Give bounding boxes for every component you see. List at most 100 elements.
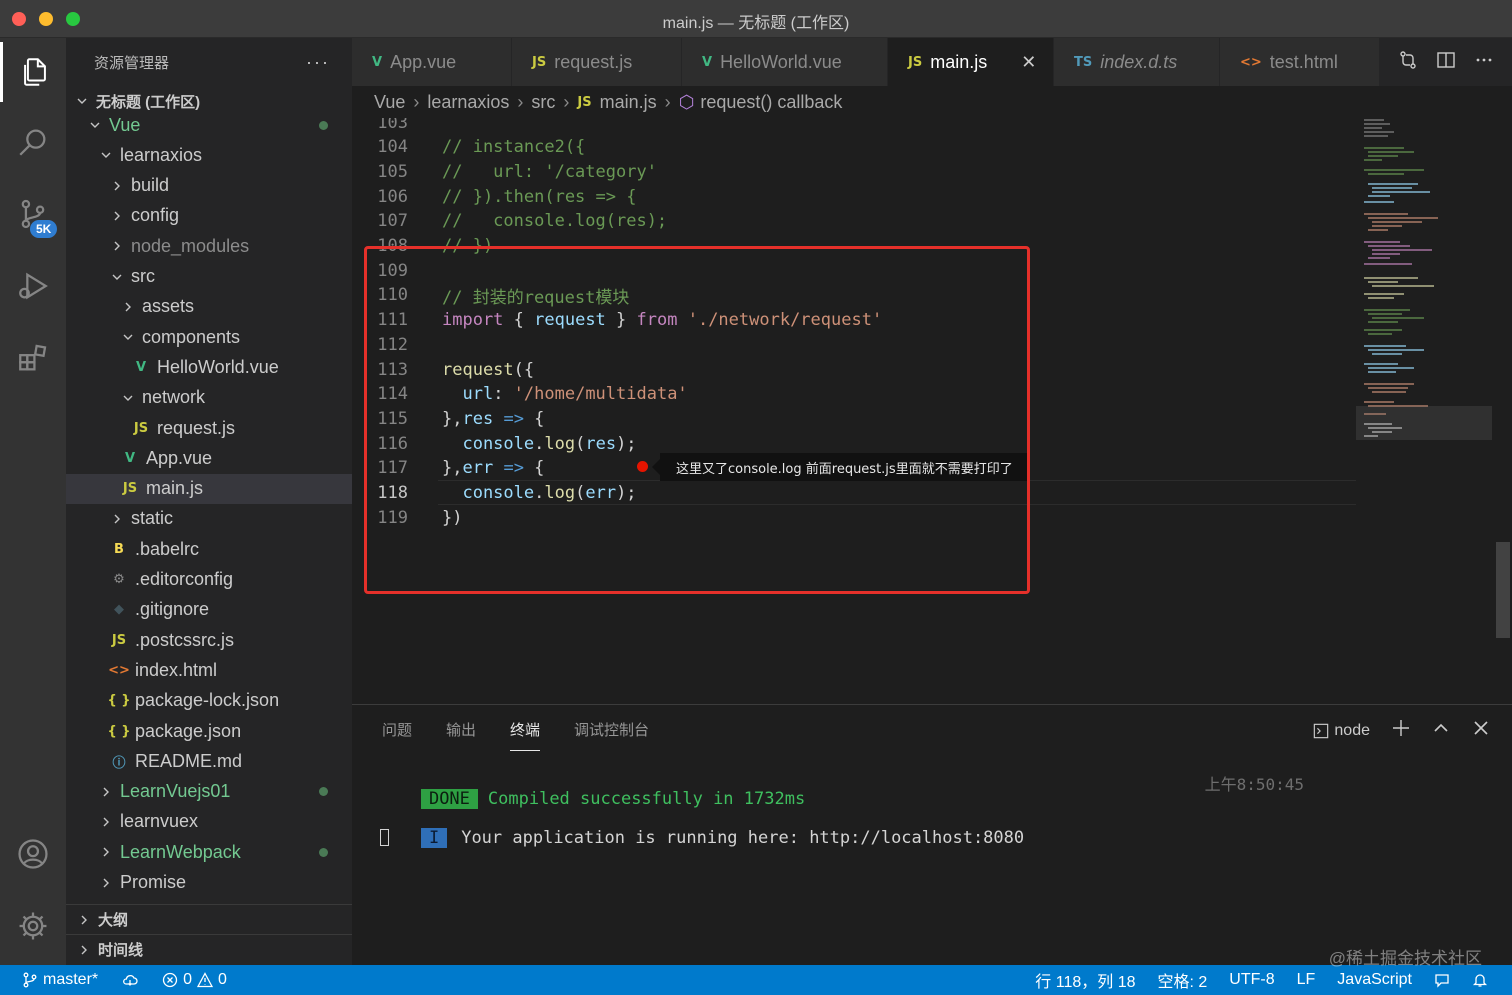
breadcrumb-item[interactable]: learnaxios <box>427 92 509 113</box>
modified-dot <box>319 847 328 857</box>
tree-item[interactable]: LearnVuejs01 <box>66 777 352 807</box>
code-token: // console.log(res); <box>442 211 668 232</box>
close-tab-icon[interactable]: ✕ <box>1021 52 1036 73</box>
maximize-panel-icon[interactable] <box>1432 719 1450 742</box>
tree-item[interactable]: assets <box>66 292 352 322</box>
sidebar-section[interactable]: 大纲 <box>66 904 352 934</box>
chevron-down-icon <box>87 119 103 131</box>
tree-item[interactable]: Vue <box>66 110 352 140</box>
run-debug-icon[interactable] <box>0 256 66 316</box>
extensions-icon[interactable] <box>0 328 66 388</box>
javascript-file-icon: JS <box>122 481 138 497</box>
accounts-icon[interactable] <box>0 824 66 884</box>
new-terminal-icon[interactable] <box>1392 719 1410 742</box>
tree-item[interactable]: ⓘ README.md <box>66 746 352 776</box>
panel-tab[interactable]: 输出 <box>446 719 476 751</box>
panel-actions: node <box>1313 719 1490 742</box>
tree-item[interactable]: ⚙ .editorconfig <box>66 565 352 595</box>
line-code: // url: '/category' <box>442 162 657 182</box>
modified-dot <box>319 120 328 130</box>
tree-item[interactable]: JS main.js <box>66 473 352 504</box>
problems-status[interactable]: 0 0 <box>162 971 227 989</box>
source-control-icon[interactable]: 5K <box>0 184 66 244</box>
more-actions-icon[interactable]: ··· <box>306 52 330 73</box>
chevron-right-icon <box>109 240 125 252</box>
language-mode[interactable]: JavaScript <box>1337 971 1412 989</box>
split-editor-icon[interactable] <box>1436 50 1456 75</box>
babel-file-icon: B <box>114 541 124 557</box>
scroll-thumb[interactable] <box>1496 542 1510 638</box>
sidebar-section[interactable]: 时间线 <box>66 934 352 964</box>
panel-tab[interactable]: 终端 <box>510 719 541 751</box>
tree-item[interactable]: network <box>66 383 352 413</box>
section-label: 时间线 <box>98 942 144 959</box>
tree-item[interactable]: config <box>66 201 352 231</box>
tree-item[interactable]: B .babelrc <box>66 534 352 564</box>
terminal-cursor <box>380 829 389 846</box>
minimap[interactable] <box>1356 118 1492 448</box>
tree-item[interactable]: build <box>66 171 352 201</box>
tab-index-d-ts[interactable]: TS index.d.ts <box>1054 38 1220 86</box>
breadcrumb-item[interactable]: src <box>531 92 555 113</box>
tree-item[interactable]: { } package-lock.json <box>66 686 352 716</box>
tree-item[interactable]: node_modules <box>66 231 352 261</box>
chevron-right-icon <box>109 180 125 192</box>
breadcrumb-separator-icon: › <box>517 91 524 112</box>
javascript-file-icon: JS <box>111 632 127 648</box>
tab-request-js[interactable]: JS request.js <box>512 38 682 86</box>
tree-item[interactable]: static <box>66 504 352 534</box>
search-icon[interactable] <box>0 112 66 172</box>
breadcrumb-item[interactable]: request() callback <box>700 92 842 113</box>
notifications-icon[interactable] <box>1472 972 1488 988</box>
tree-item[interactable]: V HelloWorld.vue <box>66 352 352 382</box>
tree-item[interactable]: LearnWebpack <box>66 837 352 867</box>
tree-item[interactable]: learnaxios <box>66 140 352 170</box>
close-panel-icon[interactable] <box>1472 719 1490 742</box>
tab-main-js[interactable]: JS main.js ✕ <box>888 38 1054 86</box>
breadcrumb-item[interactable]: main.js <box>600 92 657 113</box>
panel-tab[interactable]: 调试控制台 <box>574 719 649 751</box>
terminal-selector[interactable]: node <box>1313 722 1370 740</box>
compare-changes-icon[interactable] <box>1398 50 1418 75</box>
tree-item[interactable]: ◆ .gitignore <box>66 595 352 625</box>
branch-status[interactable]: master* <box>22 971 98 989</box>
sync-status[interactable] <box>122 972 138 988</box>
tree-item[interactable]: Promise <box>66 868 352 898</box>
code-editor[interactable]: 103 104 // instance2({105 // url: '/categor… <box>352 118 1512 704</box>
tree-item-label: node_modules <box>131 235 250 256</box>
tree-item[interactable]: learnvuex <box>66 807 352 837</box>
cursor-position[interactable]: 行 118，列 18 <box>1035 968 1135 992</box>
panel-tab[interactable]: 问题 <box>382 719 412 751</box>
tree-item-label: package.json <box>135 720 242 741</box>
running-message: Your application is running here: http:/… <box>461 828 1025 848</box>
tree-item[interactable]: JS .postcssrc.js <box>66 625 352 655</box>
tree-item[interactable]: src <box>66 262 352 292</box>
javascript-file-icon: JS <box>133 420 149 436</box>
more-icon[interactable] <box>1474 50 1494 75</box>
line-number: 105 <box>377 161 408 182</box>
tree-item[interactable]: JS request.js <box>66 413 352 443</box>
explorer-icon[interactable] <box>0 42 66 102</box>
line-ending[interactable]: LF <box>1297 971 1316 989</box>
encoding[interactable]: UTF-8 <box>1229 971 1274 989</box>
terminal-timestamp: 上午8:50:45 <box>1204 775 1304 794</box>
tree-item[interactable]: V App.vue <box>66 443 352 473</box>
tree-item[interactable]: <> index.html <box>66 655 352 685</box>
tab-app-vue[interactable]: V App.vue <box>352 38 512 86</box>
editor-scrollbar[interactable] <box>1492 118 1512 704</box>
editor-actions <box>1398 38 1512 86</box>
tab-helloworld-vue[interactable]: V HelloWorld.vue <box>682 38 888 86</box>
line-code: // }).then(res => { <box>442 187 636 207</box>
section-label: 大纲 <box>98 912 129 929</box>
feedback-icon[interactable] <box>1434 972 1450 988</box>
tree-item[interactable]: components <box>66 322 352 352</box>
breadcrumb-item[interactable]: Vue <box>374 92 405 113</box>
chevron-right-icon <box>98 846 114 858</box>
settings-gear-icon[interactable] <box>0 896 66 956</box>
annotation-tooltip: 这里又了console.log 前面request.js里面就不需要打印了 <box>652 453 1027 481</box>
indentation[interactable]: 空格: 2 <box>1158 968 1208 992</box>
code-line: 106 // }).then(res => { <box>352 184 1352 209</box>
code-line: 103 <box>352 118 1352 135</box>
tree-item[interactable]: { } package.json <box>66 716 352 746</box>
tab-test-html[interactable]: <> test.html <box>1220 38 1380 86</box>
